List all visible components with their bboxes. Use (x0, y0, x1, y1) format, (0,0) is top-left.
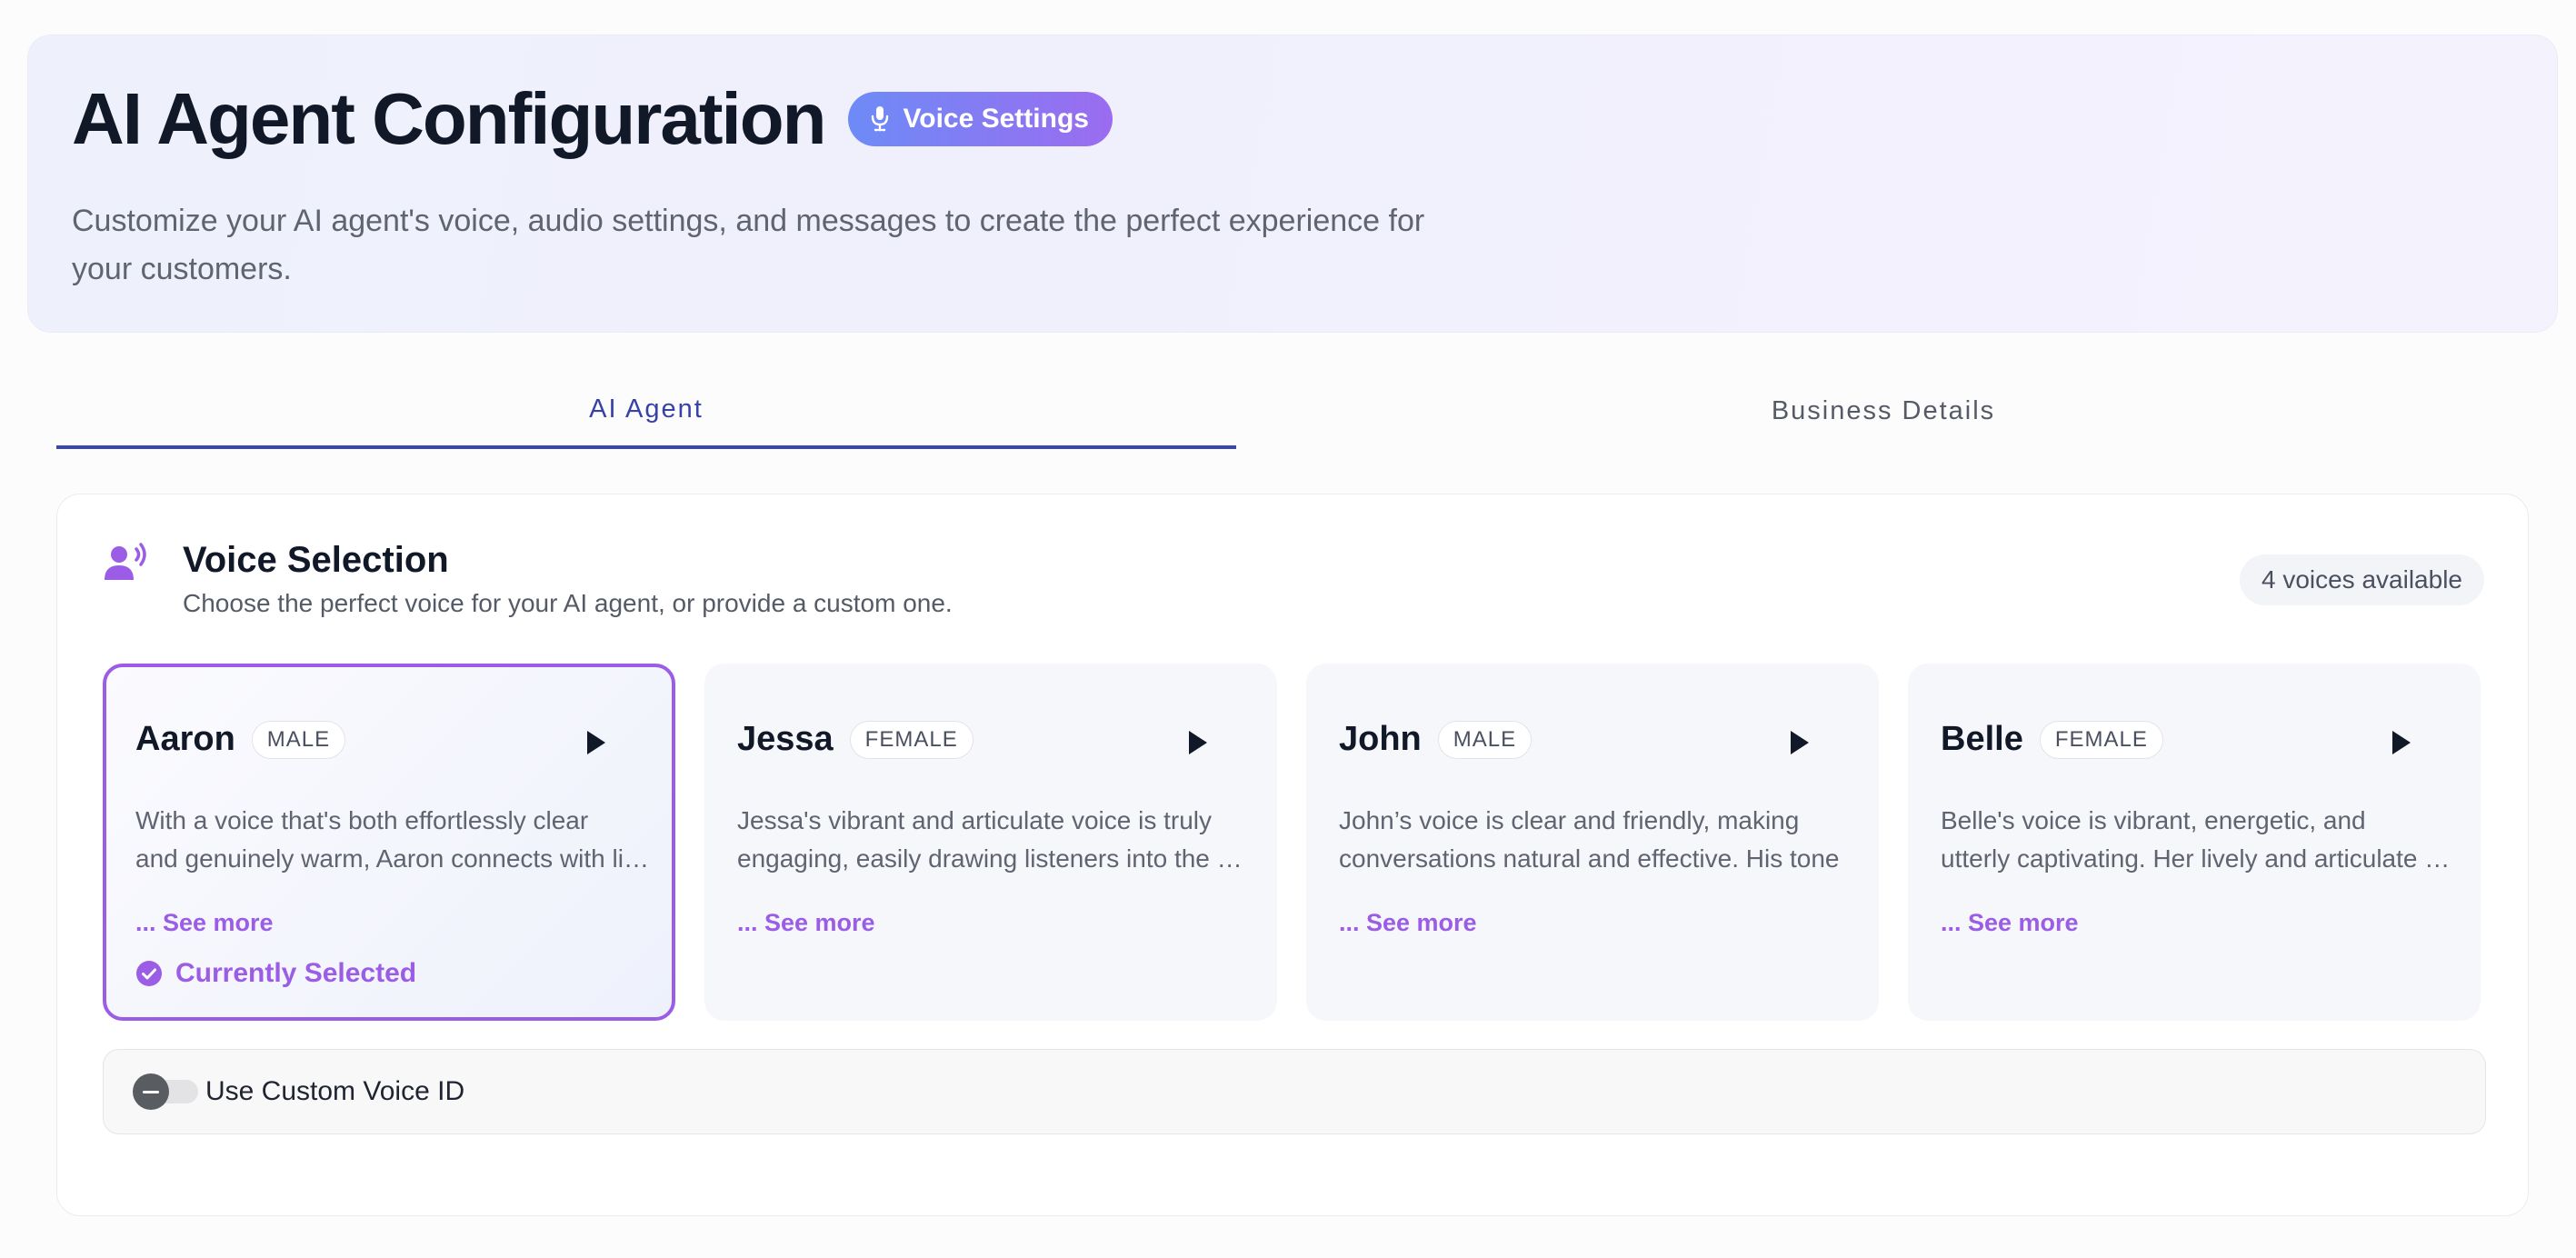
voice-card-header: Aaron MALE (135, 720, 346, 759)
title-row: AI Agent Configuration Voice Settings (72, 83, 1113, 155)
voice-name: John (1339, 720, 1422, 758)
voice-settings-badge: Voice Settings (848, 92, 1113, 146)
description-line: conversations natural and effective. His… (1339, 844, 1840, 873)
badge-label: Voice Settings (903, 104, 1089, 134)
voice-description: With a voice that's both effortlessly cl… (135, 802, 650, 878)
voice-card-belle[interactable]: Belle FEMALE Belle's voice is vibrant, e… (1908, 664, 2481, 1021)
selected-indicator: Currently Selected (135, 958, 416, 989)
play-button[interactable] (1175, 720, 1221, 765)
voice-card-john[interactable]: John MALE John’s voice is clear and frie… (1306, 664, 1879, 1021)
voice-card-header: John MALE (1339, 720, 1533, 759)
selected-label: Currently Selected (175, 958, 417, 988)
voice-selection-panel: Voice Selection Choose the perfect voice… (56, 494, 2529, 1216)
gender-badge: MALE (251, 720, 346, 759)
see-more-link[interactable]: ... See more (135, 909, 274, 937)
minus-icon (143, 1090, 159, 1093)
speaking-person-icon (105, 543, 146, 580)
microphone-icon (872, 106, 889, 132)
description-line: Belle's voice is vibrant, energetic, and (1941, 806, 2366, 834)
check-circle-icon (136, 961, 162, 986)
voice-name: Aaron (135, 720, 235, 758)
voice-card-aaron[interactable]: Aaron MALE With a voice that's both effo… (103, 664, 675, 1021)
page-title: AI Agent Configuration (72, 78, 826, 159)
voice-card-header: Jessa FEMALE (737, 720, 973, 759)
description-line: and genuinely warm, Aaron connects with … (135, 844, 650, 873)
play-icon (1791, 731, 1809, 754)
gender-badge: MALE (1437, 720, 1533, 759)
description-line: utterly captivating. Her lively and arti… (1941, 844, 2455, 873)
voices-count-badge: 4 voices available (2239, 554, 2484, 605)
play-icon (1189, 731, 1207, 754)
voice-description: John’s voice is clear and friendly, maki… (1339, 802, 1853, 878)
section-subtitle: Choose the perfect voice for your AI age… (183, 589, 953, 617)
description-line: With a voice that's both effortlessly cl… (135, 806, 589, 834)
gender-badge: FEMALE (849, 720, 973, 759)
voice-description: Jessa's vibrant and articulate voice is … (737, 802, 1252, 878)
custom-voice-label: Use Custom Voice ID (205, 1076, 465, 1106)
play-button[interactable] (1777, 720, 1822, 765)
voice-description: Belle's voice is vibrant, energetic, and… (1941, 802, 2455, 878)
toggle-knob (133, 1073, 169, 1110)
play-button[interactable] (2379, 720, 2424, 765)
gender-badge: FEMALE (2039, 720, 2163, 759)
description-line: Jessa's vibrant and articulate voice is … (737, 806, 1213, 834)
play-icon (587, 731, 605, 754)
subtitle-line: Customize your AI agent's voice, audio s… (72, 204, 1425, 238)
description-line: engaging, easily drawing listeners into … (737, 844, 1252, 873)
custom-voice-toggle[interactable] (133, 1073, 198, 1110)
page-subtitle: Customize your AI agent's voice, audio s… (72, 197, 1563, 294)
see-more-link[interactable]: ... See more (1941, 909, 2079, 937)
voice-name: Belle (1941, 720, 2023, 758)
see-more-link[interactable]: ... See more (737, 909, 875, 937)
play-button[interactable] (574, 720, 619, 765)
voice-card-header: Belle FEMALE (1941, 720, 2163, 759)
tab-business-details[interactable]: Business Details (1236, 373, 2531, 449)
description-line: John’s voice is clear and friendly, maki… (1339, 806, 1800, 834)
custom-voice-row: Use Custom Voice ID (103, 1049, 2486, 1134)
tab-ai-agent[interactable]: AI Agent (56, 373, 1236, 449)
see-more-link[interactable]: ... See more (1339, 909, 1477, 937)
section-title: Voice Selection (183, 540, 449, 580)
page-header: AI Agent Configuration Voice Settings Cu… (27, 35, 2558, 333)
subtitle-line: your customers. (72, 252, 292, 286)
voice-card-jessa[interactable]: Jessa FEMALE Jessa's vibrant and articul… (704, 664, 1277, 1021)
play-icon (2392, 731, 2411, 754)
voice-name: Jessa (737, 720, 834, 758)
tab-bar: AI Agent Business Details (56, 373, 2531, 449)
